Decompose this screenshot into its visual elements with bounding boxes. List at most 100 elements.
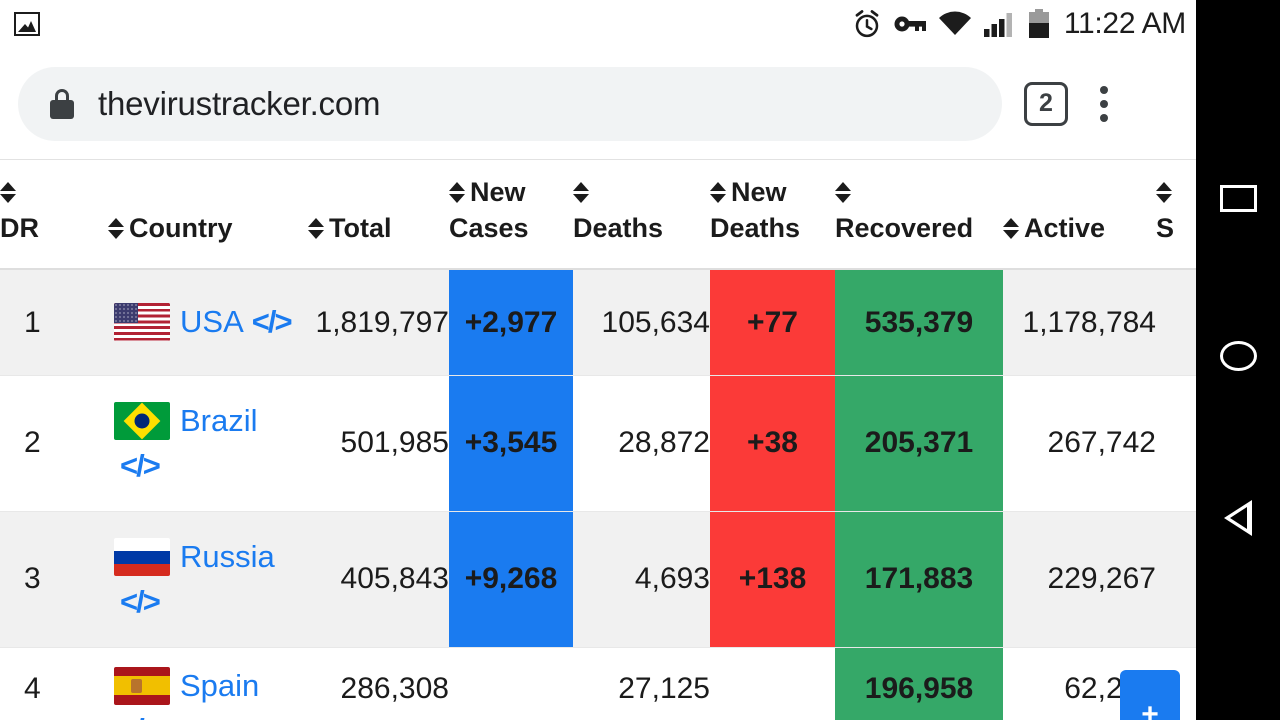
column-header-new-deaths[interactable]: New Deaths <box>710 161 835 271</box>
column-header-dr[interactable]: DR <box>0 161 108 271</box>
android-screen: 11:22 AM thevirustracker.com 2 DR Countr… <box>0 0 1280 720</box>
column-header-active[interactable]: Active <box>1003 161 1156 271</box>
cell-new-deaths: +77 <box>710 269 835 376</box>
cell-total: 1,819,797 <box>308 269 449 376</box>
vpn-key-icon <box>894 16 926 32</box>
url-text[interactable]: thevirustracker.com <box>98 85 380 123</box>
cell-country[interactable]: Brazil </> <box>108 375 308 512</box>
table-body: 1 USA </> 1,819,797 +2,977 105,634 +77 53… <box>0 269 1196 720</box>
country-name[interactable]: Russia <box>180 539 275 574</box>
code-icon[interactable]: </> <box>120 446 308 486</box>
column-header-country[interactable]: Country <box>108 161 308 271</box>
tab-switcher-button[interactable]: 2 <box>1024 81 1068 126</box>
cell-new-deaths <box>710 647 835 720</box>
cell-serious: 1 <box>1156 269 1196 376</box>
column-header-new-cases[interactable]: New Cases <box>449 161 573 271</box>
cell-country[interactable]: Spain </> <box>108 647 308 720</box>
cellular-signal-icon <box>983 13 1012 37</box>
cell-active: 1,178,784 <box>1003 269 1156 376</box>
page-viewport[interactable]: DR Country Total New Cases Deaths New De… <box>0 161 1196 720</box>
wifi-icon <box>938 11 971 35</box>
column-header-serious[interactable]: S <box>1156 161 1196 271</box>
cell-active: 267,742 <box>1003 375 1156 512</box>
column-label-country: Country <box>129 212 233 243</box>
column-header-recovered[interactable]: Recovered <box>835 161 1003 271</box>
flag-icon-spain <box>114 666 170 705</box>
cell-recovered: 205,371 <box>835 375 1003 512</box>
country-name[interactable]: USA <box>180 304 244 339</box>
column-header-total[interactable]: Total <box>308 161 449 271</box>
column-header-deaths[interactable]: Deaths <box>573 161 710 271</box>
table-row[interactable]: 2 Brazil </> 501,985 +3,545 28,872 +38 2… <box>0 375 1196 512</box>
cell-deaths: 105,634 <box>573 269 710 376</box>
code-icon[interactable]: </> <box>120 710 308 720</box>
status-system-icons: 11:22 AM <box>852 7 1186 41</box>
covid-stats-table: DR Country Total New Cases Deaths New De… <box>0 161 1196 720</box>
lock-icon <box>50 88 74 119</box>
cell-serious: 2 <box>1156 511 1196 648</box>
cell-deaths: 27,125 <box>573 647 710 720</box>
more-vertical-icon[interactable] <box>1100 85 1108 122</box>
table-row[interactable]: 4 Spain </> 286,308 27,125 196,958 <box>0 647 1196 720</box>
sort-arrows-icon[interactable] <box>108 217 124 239</box>
sort-arrows-icon[interactable] <box>1003 217 1019 239</box>
flag-icon-usa <box>114 303 170 342</box>
alarm-icon <box>855 10 879 38</box>
cell-dr: 4 <box>0 647 108 720</box>
status-notifications <box>14 12 40 36</box>
cell-recovered: 171,883 <box>835 511 1003 648</box>
column-label-active: Active <box>1024 212 1106 243</box>
cell-new-cases: +2,977 <box>449 269 573 376</box>
column-label-total: Total <box>329 212 392 243</box>
column-label-dr: DR <box>0 212 39 243</box>
sort-arrows-icon[interactable] <box>1156 182 1172 203</box>
country-name[interactable]: Spain <box>180 668 259 703</box>
cell-total: 405,843 <box>308 511 449 648</box>
table-row[interactable]: 1 USA </> 1,819,797 +2,977 105,634 +77 53… <box>0 269 1196 376</box>
floating-action-button[interactable]: + <box>1120 670 1180 720</box>
cell-new-cases: +3,545 <box>449 375 573 512</box>
table-header-row: DR Country Total New Cases Deaths New De… <box>0 161 1196 271</box>
battery-icon <box>1028 9 1049 38</box>
sort-arrows-icon[interactable] <box>0 182 16 203</box>
flag-icon-brazil <box>114 402 170 441</box>
circle-home-icon[interactable] <box>1219 340 1257 371</box>
cell-dr: 3 <box>0 511 108 648</box>
cell-country[interactable]: Russia </> <box>108 511 308 648</box>
cell-new-cases: +9,268 <box>449 511 573 648</box>
cell-deaths: 4,693 <box>573 511 710 648</box>
cell-dr: 2 <box>0 375 108 512</box>
sort-arrows-icon[interactable] <box>710 182 726 203</box>
country-name[interactable]: Brazil <box>180 403 258 438</box>
sort-arrows-icon[interactable] <box>308 217 324 239</box>
flag-icon-russia <box>114 538 170 577</box>
column-label-deaths: Deaths <box>573 212 664 243</box>
square-recents-icon[interactable] <box>1219 184 1257 212</box>
cell-dr: 1 <box>0 269 108 376</box>
image-icon <box>14 12 40 36</box>
cell-country[interactable]: USA </> <box>108 269 308 376</box>
column-label-serious: S <box>1156 212 1175 243</box>
omnibox[interactable]: thevirustracker.com <box>18 66 1002 141</box>
android-navigation-bar <box>1196 0 1280 720</box>
table-row[interactable]: 3 Russia </> 405,843 +9,268 4,693 +138 1… <box>0 511 1196 648</box>
cell-recovered: 196,958 <box>835 647 1003 720</box>
column-label-recovered: Recovered <box>835 212 974 243</box>
code-icon[interactable]: </> <box>252 302 293 342</box>
sort-arrows-icon[interactable] <box>835 182 851 203</box>
sort-arrows-icon[interactable] <box>573 182 589 203</box>
cell-total: 501,985 <box>308 375 449 512</box>
cell-total: 286,308 <box>308 647 449 720</box>
status-clock: 11:22 AM <box>1063 7 1186 40</box>
code-icon[interactable]: </> <box>120 582 308 622</box>
cell-recovered: 535,379 <box>835 269 1003 376</box>
sort-arrows-icon[interactable] <box>449 182 465 203</box>
cell-new-cases <box>449 647 573 720</box>
cell-serious: 8 <box>1156 375 1196 512</box>
cell-new-deaths: +38 <box>710 375 835 512</box>
cell-active: 229,267 <box>1003 511 1156 648</box>
browser-toolbar: thevirustracker.com 2 <box>0 48 1196 160</box>
android-status-bar: 11:22 AM <box>0 0 1196 48</box>
cell-deaths: 28,872 <box>573 375 710 512</box>
triangle-back-icon[interactable] <box>1224 499 1252 536</box>
